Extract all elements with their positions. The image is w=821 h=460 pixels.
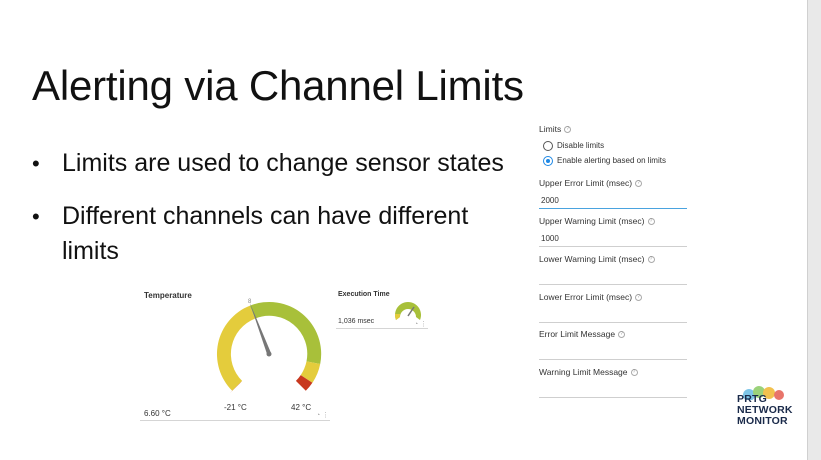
widget-divider — [336, 328, 428, 329]
radio-enable-alerting[interactable]: Enable alerting based on limits — [543, 153, 689, 168]
radio-disable-limits[interactable]: Disable limits — [543, 138, 689, 153]
temperature-gauge-icon: 8 — [216, 299, 322, 393]
radio-button[interactable] — [543, 140, 553, 151]
help-icon[interactable]: ? — [564, 125, 572, 133]
help-icon[interactable]: ? — [630, 368, 638, 376]
bullet-text: Different channels can have different li… — [62, 202, 469, 265]
radio-label: Enable alerting based on limits — [557, 156, 666, 165]
execution-current-value: 1,036 msec — [338, 318, 375, 325]
temperature-gauge-title: Temperature — [144, 291, 192, 300]
lower-error-limit-field: Lower Error Limit (msec)? — [539, 292, 687, 323]
lower-warning-limit-input[interactable] — [539, 269, 687, 285]
bullet-item: • Different channels can have different … — [30, 199, 510, 269]
help-icon[interactable]: ? — [635, 179, 643, 187]
help-icon[interactable]: ? — [618, 330, 626, 338]
widget-divider — [140, 420, 330, 421]
bullet-dot: • — [32, 204, 40, 229]
help-icon[interactable]: ? — [647, 217, 655, 225]
warning-limit-message-field: Warning Limit Message? — [539, 367, 687, 398]
gauge-yellow-segment — [216, 305, 255, 391]
logo-text-line: MONITOR — [737, 415, 788, 427]
bullet-dot: • — [32, 151, 40, 176]
window-edge — [807, 0, 821, 460]
mini-gauge-yellow — [394, 314, 400, 320]
slide-title: Alerting via Channel Limits — [32, 62, 524, 109]
execution-gauge-title: Execution Time — [338, 291, 390, 298]
field-label: Upper Error Limit (msec) — [539, 178, 633, 188]
temperature-current-value: 6.60 °C — [144, 409, 171, 418]
field-label: Error Limit Message — [539, 329, 616, 339]
gauge-max-label: 42 °C — [291, 403, 312, 412]
limits-panel: Limits ? Disable limits Enable alerting … — [539, 124, 689, 398]
radio-label: Disable limits — [557, 141, 605, 150]
logo-text-line: NETWORK — [737, 404, 793, 416]
upper-error-limit-field: Upper Error Limit (msec)? — [539, 178, 687, 209]
bullet-text: Limits are used to change sensor states — [62, 149, 504, 177]
bullet-list: • Limits are used to change sensor state… — [30, 146, 510, 285]
warning-limit-message-input[interactable] — [539, 382, 687, 398]
field-label: Warning Limit Message — [539, 367, 628, 377]
lower-warning-limit-field: Lower Warning Limit (msec)? — [539, 254, 687, 285]
field-label: Upper Warning Limit (msec) — [539, 216, 645, 226]
radio-button[interactable] — [543, 155, 553, 166]
logo-text-line: PRTG — [737, 393, 767, 405]
error-limit-message-field: Error Limit Message? — [539, 329, 687, 360]
lower-error-limit-input[interactable] — [539, 307, 687, 323]
upper-warning-limit-field: Upper Warning Limit (msec)? — [539, 216, 687, 247]
help-icon[interactable]: ? — [635, 293, 643, 301]
field-label: Lower Warning Limit (msec) — [539, 254, 645, 264]
gauge-min-label: -21 °C — [224, 403, 247, 412]
upper-warning-limit-input[interactable] — [539, 231, 687, 247]
widget-options-icon[interactable]: ◔ ⋮ — [316, 411, 329, 419]
help-icon[interactable]: ? — [647, 255, 655, 263]
field-label: Lower Error Limit (msec) — [539, 292, 633, 302]
error-limit-message-input[interactable] — [539, 344, 687, 360]
needle-mark: 8 — [248, 299, 252, 305]
bullet-item: • Limits are used to change sensor state… — [30, 146, 510, 181]
limits-label: Limits ? — [539, 124, 689, 134]
needle-hub — [266, 351, 272, 357]
widget-options-icon[interactable]: ◔ ⋮ — [414, 320, 427, 328]
prtg-logo: PRTG NETWORK MONITOR — [737, 386, 799, 426]
upper-error-limit-input[interactable] — [539, 193, 687, 209]
